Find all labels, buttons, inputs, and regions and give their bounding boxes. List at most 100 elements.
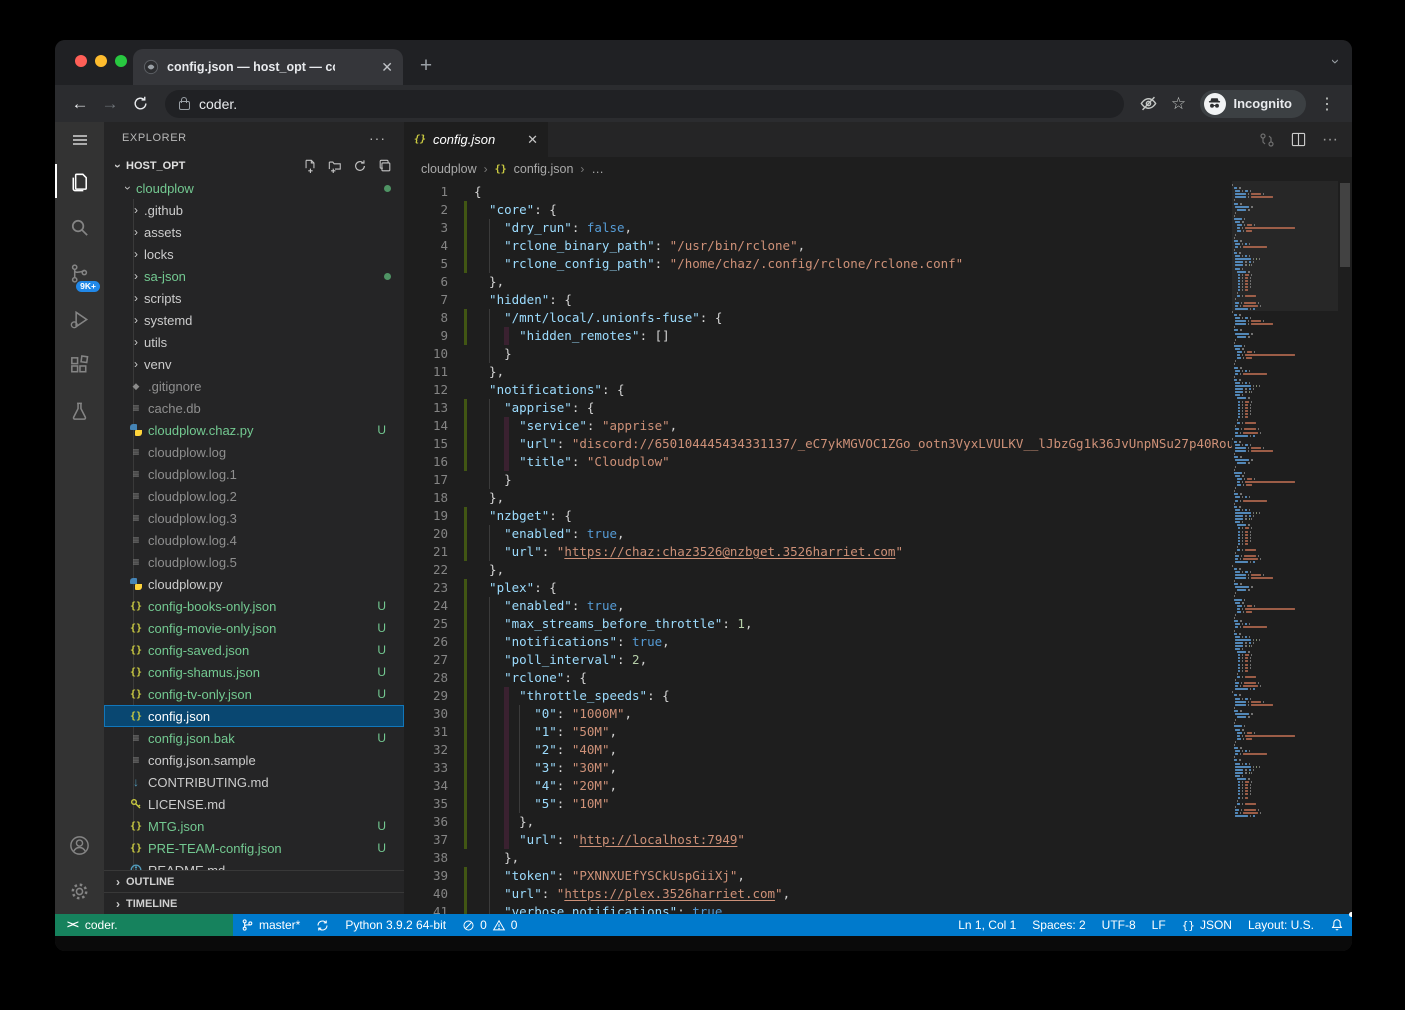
code-line-26[interactable]: 26"notifications": true,	[404, 633, 1232, 651]
code-line-35[interactable]: 35"5": "10M"	[404, 795, 1232, 813]
tree-item-sa-json[interactable]: ›sa-json	[104, 265, 404, 287]
line-number[interactable]: 25	[404, 615, 448, 633]
line-number[interactable]: 38	[404, 849, 448, 867]
eol-item[interactable]: LF	[1144, 914, 1174, 936]
line-number[interactable]: 35	[404, 795, 448, 813]
browser-menu-icon[interactable]: ⋮	[1312, 89, 1342, 119]
line-number[interactable]: 2	[404, 201, 448, 219]
chevron-right-icon[interactable]: ›	[128, 291, 144, 305]
link-string[interactable]: https://chaz:chaz3526@nzbget.3526harriet…	[564, 544, 895, 559]
code-line-11[interactable]: 11},	[404, 363, 1232, 381]
encoding-item[interactable]: UTF-8	[1094, 914, 1144, 936]
editor-more-actions-icon[interactable]: ···	[1322, 131, 1338, 149]
line-number[interactable]: 31	[404, 723, 448, 741]
tree-item-cloudplow.log.2[interactable]: ≡cloudplow.log.2	[104, 485, 404, 507]
code-line-5[interactable]: 5"rclone_config_path": "/home/chaz/.conf…	[404, 255, 1232, 273]
line-number[interactable]: 13	[404, 399, 448, 417]
chevron-right-icon[interactable]: ›	[128, 247, 144, 261]
code-line-40[interactable]: 40"url": "https://plex.3526harriet.com",	[404, 885, 1232, 903]
line-number[interactable]: 40	[404, 885, 448, 903]
chevron-right-icon[interactable]: ›	[128, 203, 144, 217]
breadcrumb-file[interactable]: config.json	[514, 162, 574, 176]
line-number[interactable]: 18	[404, 489, 448, 507]
close-window-button[interactable]	[75, 55, 87, 67]
code-line-19[interactable]: 19"nzbget": {	[404, 507, 1232, 525]
line-number[interactable]: 16	[404, 453, 448, 471]
tree-item-cache.db[interactable]: ≡cache.db	[104, 397, 404, 419]
tree-item-cloudplow[interactable]: ›cloudplow	[104, 177, 404, 199]
line-number[interactable]: 8	[404, 309, 448, 327]
code-line-1[interactable]: 1{	[404, 183, 1232, 201]
code-line-21[interactable]: 21"url": "https://chaz:chaz3526@nzbget.3…	[404, 543, 1232, 561]
chevron-right-icon[interactable]: ›	[128, 335, 144, 349]
chevron-right-icon[interactable]: ›	[128, 225, 144, 239]
tree-item-venv[interactable]: ›venv	[104, 353, 404, 375]
cursor-position-item[interactable]: Ln 1, Col 1	[950, 914, 1024, 936]
explorer-activity-icon[interactable]	[55, 158, 104, 204]
code-line-3[interactable]: 3"dry_run": false,	[404, 219, 1232, 237]
code-line-23[interactable]: 23"plex": {	[404, 579, 1232, 597]
code-line-36[interactable]: 36},	[404, 813, 1232, 831]
tree-item-cloudplow.log.5[interactable]: ≡cloudplow.log.5	[104, 551, 404, 573]
back-button[interactable]: ←	[65, 89, 95, 119]
address-bar[interactable]: coder.	[165, 90, 1124, 118]
line-number[interactable]: 6	[404, 273, 448, 291]
refresh-icon[interactable]	[353, 159, 367, 173]
workspace-section-header[interactable]: › HOST_OPT	[104, 154, 404, 177]
code-line-25[interactable]: 25"max_streams_before_throttle": 1,	[404, 615, 1232, 633]
extensions-activity-icon[interactable]	[55, 342, 104, 388]
close-icon[interactable]: ✕	[527, 132, 538, 148]
line-number[interactable]: 12	[404, 381, 448, 399]
code-line-2[interactable]: 2"core": {	[404, 201, 1232, 219]
line-number[interactable]: 30	[404, 705, 448, 723]
tab-close-icon[interactable]: ✕	[381, 59, 393, 76]
code-line-22[interactable]: 22},	[404, 561, 1232, 579]
chevron-right-icon[interactable]: ›	[128, 313, 144, 327]
chevron-right-icon[interactable]: ›	[128, 269, 144, 283]
explorer-more-actions-icon[interactable]: ···	[369, 130, 386, 146]
code-line-15[interactable]: 15"url": "discord://650104445434331137/_…	[404, 435, 1232, 453]
line-number[interactable]: 5	[404, 255, 448, 273]
line-number[interactable]: 15	[404, 435, 448, 453]
tree-item-CONTRIBUTING.md[interactable]: ↓CONTRIBUTING.md	[104, 771, 404, 793]
search-activity-icon[interactable]	[55, 204, 104, 250]
reload-button[interactable]	[125, 89, 155, 119]
code-line-38[interactable]: 38},	[404, 849, 1232, 867]
code-line-7[interactable]: 7"hidden": {	[404, 291, 1232, 309]
line-number[interactable]: 29	[404, 687, 448, 705]
breadcrumb-folder[interactable]: cloudplow	[421, 162, 477, 176]
tree-item-config.json[interactable]: {}config.json	[104, 705, 404, 727]
code-line-12[interactable]: 12"notifications": {	[404, 381, 1232, 399]
tree-item-PRE-TEAM-config.json[interactable]: {}PRE-TEAM-config.jsonU	[104, 837, 404, 859]
tree-item-config-saved.json[interactable]: {}config-saved.jsonU	[104, 639, 404, 661]
language-mode-item[interactable]: {} JSON	[1174, 914, 1240, 936]
minimap[interactable]	[1232, 181, 1338, 914]
open-changes-icon[interactable]	[1259, 132, 1275, 148]
code-line-37[interactable]: 37"url": "http://localhost:7949"	[404, 831, 1232, 849]
tree-item-scripts[interactable]: ›scripts	[104, 287, 404, 309]
line-number[interactable]: 23	[404, 579, 448, 597]
line-number[interactable]: 14	[404, 417, 448, 435]
python-interpreter-item[interactable]: Python 3.9.2 64-bit	[337, 914, 454, 936]
new-file-icon[interactable]	[303, 159, 317, 173]
code-line-9[interactable]: 9"hidden_remotes": []	[404, 327, 1232, 345]
line-number[interactable]: 4	[404, 237, 448, 255]
bookmark-star-icon[interactable]: ☆	[1164, 89, 1194, 119]
line-number[interactable]: 26	[404, 633, 448, 651]
accounts-icon[interactable]	[55, 822, 104, 868]
line-number[interactable]: 7	[404, 291, 448, 309]
outline-section[interactable]: › OUTLINE	[104, 870, 404, 892]
tree-item-cloudplow.chaz.py[interactable]: cloudplow.chaz.pyU	[104, 419, 404, 441]
tree-item-config-movie-only.json[interactable]: {}config-movie-only.jsonU	[104, 617, 404, 639]
code-line-16[interactable]: 16"title": "Cloudplow"	[404, 453, 1232, 471]
line-number[interactable]: 3	[404, 219, 448, 237]
line-number[interactable]: 27	[404, 651, 448, 669]
chevron-down-icon[interactable]: ›	[121, 180, 135, 196]
notifications-bell-icon[interactable]	[1322, 914, 1352, 936]
new-tab-button[interactable]: +	[411, 51, 441, 81]
minimize-window-button[interactable]	[95, 55, 107, 67]
line-number[interactable]: 22	[404, 561, 448, 579]
line-number[interactable]: 21	[404, 543, 448, 561]
code-line-30[interactable]: 30"0": "1000M",	[404, 705, 1232, 723]
browser-tab[interactable]: config.json — host_opt — code ✕	[133, 49, 403, 85]
